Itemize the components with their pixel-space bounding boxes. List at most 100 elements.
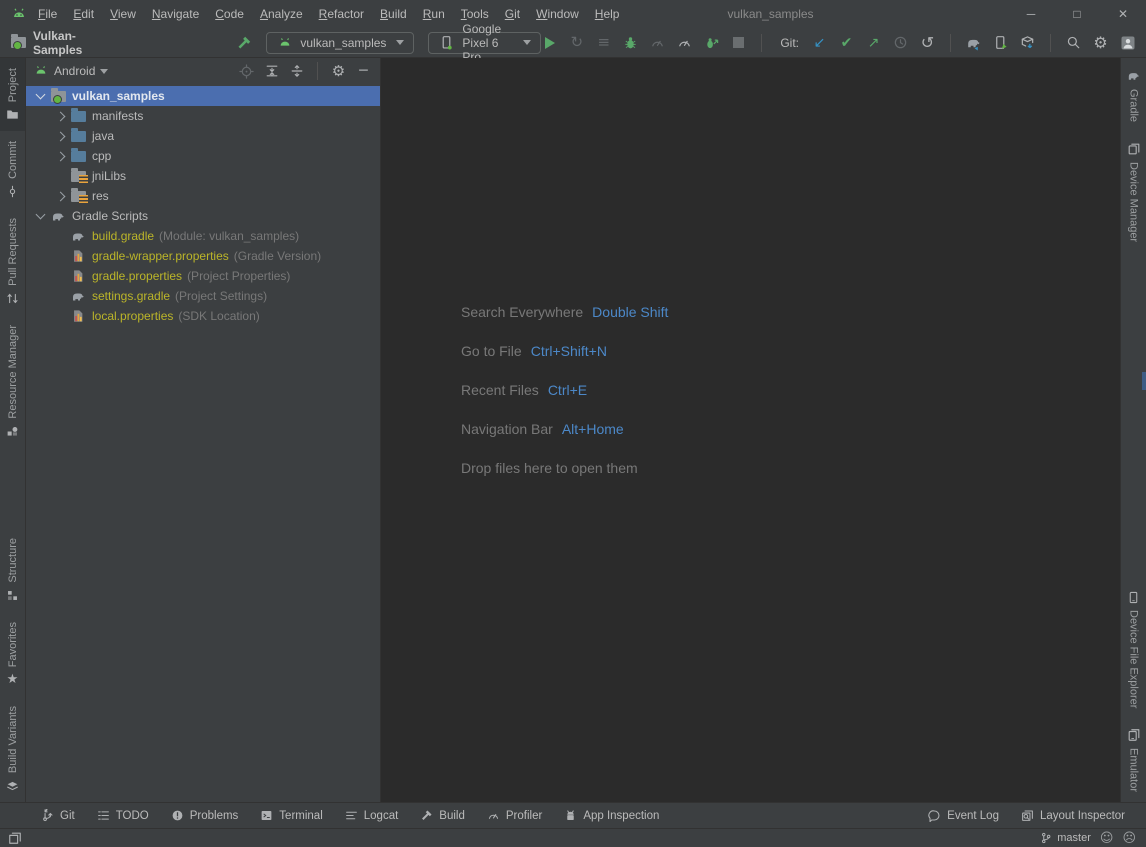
make-project-button[interactable] (235, 34, 252, 51)
resources-folder-icon (69, 168, 87, 184)
shortcut-recent-files: Recent Files Ctrl+E (461, 370, 668, 409)
chevron-right-icon[interactable] (52, 128, 69, 145)
tree-item-jnilibs[interactable]: jniLibs (26, 166, 380, 186)
run-button[interactable] (541, 34, 558, 51)
chevron-down-icon[interactable] (32, 208, 49, 225)
maximize-button[interactable]: □ (1054, 0, 1100, 28)
tab-structure[interactable]: Structure (0, 528, 25, 612)
git-push-button[interactable]: ↗ (865, 34, 882, 51)
tab-commit[interactable]: Commit (0, 131, 25, 208)
git-update-button[interactable]: ↙ (811, 34, 828, 51)
apply-changes-icon: ↻ (568, 34, 585, 51)
gradle-sync-button[interactable] (965, 34, 982, 51)
chevron-right-icon[interactable] (52, 188, 69, 205)
git-branch-widget[interactable]: master (1040, 832, 1091, 844)
debug-button[interactable] (622, 34, 639, 51)
tree-item-res[interactable]: res (26, 186, 380, 206)
tab-build-variants[interactable]: Build Variants (0, 696, 25, 802)
run-configuration-dropdown[interactable]: vulkan_samples (266, 32, 414, 54)
panel-settings-gear-icon[interactable]: ⚙ (330, 63, 347, 80)
tab-event-log[interactable]: Event Log (917, 809, 1010, 822)
menu-help[interactable]: Help (587, 4, 628, 24)
tab-profiler-bottom[interactable]: Profiler (476, 803, 553, 828)
user-avatar-button[interactable] (1119, 34, 1136, 51)
gradle-elephant-icon (49, 208, 67, 224)
tree-item-java[interactable]: java (26, 126, 380, 146)
scrollbar-mark[interactable] (1142, 372, 1146, 390)
menu-run[interactable]: Run (415, 4, 453, 24)
tree-item-build-gradle[interactable]: build.gradle (Module: vulkan_samples) (26, 226, 380, 246)
tab-problems[interactable]: Problems (160, 803, 250, 828)
device-manager-button[interactable] (992, 34, 1009, 51)
folder-icon (69, 108, 87, 124)
android-studio-logo-icon (8, 6, 30, 22)
editor-area[interactable]: Search Everywhere Double Shift Go to Fil… (381, 58, 1120, 802)
project-panel: Android ⚙ ─ vulkan_samples (26, 58, 381, 802)
tree-item-gradle-scripts[interactable]: Gradle Scripts (26, 206, 380, 226)
tab-favorites[interactable]: Favorites ★ (0, 612, 25, 696)
chevron-right-icon[interactable] (52, 108, 69, 125)
menu-edit[interactable]: Edit (65, 4, 102, 24)
menu-file[interactable]: File (30, 4, 65, 24)
tab-project[interactable]: Project (0, 58, 25, 131)
menu-analyze[interactable]: Analyze (252, 4, 311, 24)
tree-item-local-properties[interactable]: local.properties (SDK Location) (26, 306, 380, 326)
properties-file-icon (69, 268, 87, 284)
tab-resource-manager[interactable]: Resource Manager (0, 315, 25, 448)
happy-face-icon[interactable]: ☺ (1100, 831, 1114, 846)
tree-item-manifests[interactable]: manifests (26, 106, 380, 126)
search-everywhere-button[interactable] (1065, 34, 1082, 51)
tree-item-settings-gradle[interactable]: settings.gradle (Project Settings) (26, 286, 380, 306)
tree-item-gradle-properties[interactable]: gradle.properties (Project Properties) (26, 266, 380, 286)
sad-face-icon[interactable]: ☹ (1122, 831, 1136, 846)
toolwindow-toggle-icon[interactable] (6, 830, 23, 847)
tree-item-vulkan-samples[interactable]: vulkan_samples (26, 86, 380, 106)
tab-git-bottom[interactable]: Git (30, 803, 86, 828)
chevron-down-icon (396, 40, 404, 45)
resources-folder-icon (69, 188, 87, 204)
view-selector[interactable]: Android (54, 64, 95, 78)
menu-view[interactable]: View (102, 4, 144, 24)
chevron-down-icon[interactable] (32, 88, 49, 105)
menu-window[interactable]: Window (528, 4, 587, 24)
tree-item-gradle-wrapper-properties[interactable]: gradle-wrapper.properties (Gradle Versio… (26, 246, 380, 266)
tab-gradle[interactable]: Gradle (1121, 58, 1146, 132)
collapse-all-icon[interactable] (288, 63, 305, 80)
menu-code[interactable]: Code (207, 4, 252, 24)
right-tool-stripe: Gradle Device Manager Device File Explor… (1120, 58, 1146, 802)
tab-pull-requests[interactable]: Pull Requests (0, 208, 25, 315)
device-file-explorer-tab-icon (1127, 591, 1140, 604)
tab-build-bottom[interactable]: Build (409, 803, 476, 828)
tree-item-cpp[interactable]: cpp (26, 146, 380, 166)
tab-device-file-explorer[interactable]: Device File Explorer (1121, 581, 1146, 718)
resource-manager-tab-icon (6, 425, 19, 438)
folder-icon (69, 148, 87, 164)
tab-app-inspection[interactable]: App Inspection (553, 803, 670, 828)
settings-gear-button[interactable]: ⚙ (1092, 34, 1109, 51)
git-rollback-button[interactable]: ↺ (919, 34, 936, 51)
tab-terminal[interactable]: Terminal (249, 803, 333, 828)
locate-file-icon (238, 63, 255, 80)
chevron-down-icon (523, 40, 531, 45)
sdk-manager-button[interactable] (1019, 34, 1036, 51)
tab-todo[interactable]: TODO (86, 803, 160, 828)
project-folder-icon (49, 88, 67, 104)
hide-panel-icon[interactable]: ─ (355, 63, 372, 80)
project-panel-header: Android ⚙ ─ (26, 58, 380, 84)
git-commit-button[interactable]: ✔ (838, 34, 855, 51)
tab-emulator[interactable]: Emulator (1121, 718, 1146, 802)
chevron-right-icon[interactable] (52, 148, 69, 165)
profiler-button[interactable] (676, 34, 693, 51)
apply-code-changes-icon: ≡ (595, 34, 612, 51)
menu-navigate[interactable]: Navigate (144, 4, 207, 24)
expand-all-icon[interactable] (263, 63, 280, 80)
tab-layout-inspector[interactable]: Layout Inspector (1010, 809, 1136, 822)
menu-build[interactable]: Build (372, 4, 415, 24)
close-button[interactable]: ✕ (1100, 0, 1146, 28)
tab-logcat[interactable]: Logcat (334, 803, 410, 828)
minimize-button[interactable]: ─ (1008, 0, 1054, 28)
menu-refactor[interactable]: Refactor (311, 4, 372, 24)
tab-device-manager[interactable]: Device Manager (1121, 132, 1146, 252)
attach-debugger-button[interactable] (703, 34, 720, 51)
device-dropdown[interactable]: Google Pixel 6 Pro (428, 32, 541, 54)
